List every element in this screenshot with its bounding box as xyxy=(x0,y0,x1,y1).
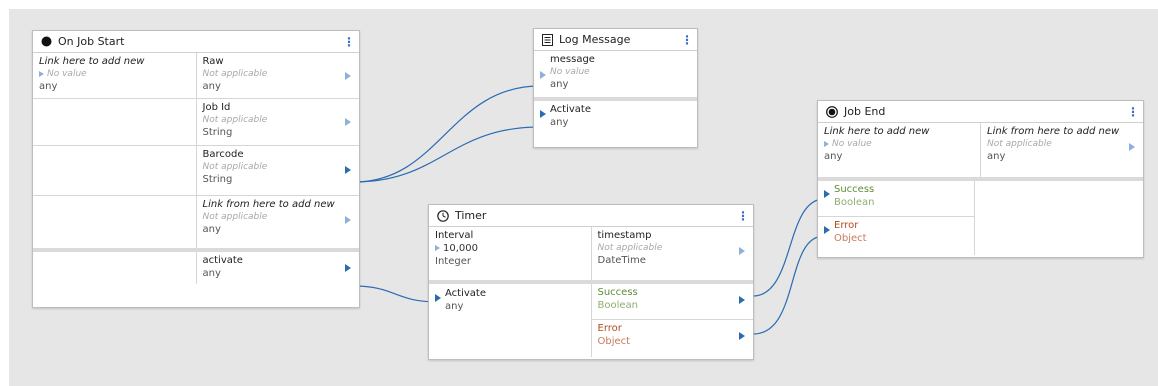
job-id-port[interactable]: Job Id Not applicable String xyxy=(195,99,360,145)
port-value: No value xyxy=(47,69,87,79)
port-type: Boolean xyxy=(597,300,639,311)
job-end-header[interactable]: Job End ⋮ xyxy=(818,101,1143,123)
barcode-port[interactable]: Barcode Not applicable String xyxy=(195,146,360,195)
port-type: String xyxy=(202,174,233,185)
output-arrow-icon[interactable] xyxy=(345,166,351,174)
on-job-start-node[interactable]: On Job Start ⋮ Link here to add new No v… xyxy=(32,30,360,308)
node-title: On Job Start xyxy=(58,35,125,48)
input-arrow-icon[interactable] xyxy=(435,294,441,302)
port-label: Error xyxy=(834,220,859,231)
port-value: No value xyxy=(550,67,590,77)
input-arrow-icon[interactable] xyxy=(540,71,546,79)
timestamp-port[interactable]: timestamp Not applicable DateTime xyxy=(590,227,754,280)
job-end-link-from-port[interactable]: Link from here to add new Not applicable… xyxy=(980,123,1143,177)
port-type: DateTime xyxy=(597,255,646,266)
input-arrow-icon xyxy=(39,70,44,77)
port-label: Raw xyxy=(202,56,224,67)
port-type: any xyxy=(550,79,569,90)
on-job-start-header[interactable]: On Job Start ⋮ xyxy=(33,31,359,53)
message-port[interactable]: message No value any xyxy=(534,51,697,97)
node-menu-icon[interactable]: ⋮ xyxy=(343,35,355,49)
input-arrow-icon xyxy=(824,140,829,147)
port-type: Integer xyxy=(435,256,471,267)
port-value: No value xyxy=(832,139,872,149)
port-type: any xyxy=(550,117,569,128)
node-menu-icon[interactable]: ⋮ xyxy=(737,209,749,223)
port-label: Link here to add new xyxy=(39,56,145,67)
input-arrow-icon xyxy=(435,245,440,251)
log-activate-port[interactable]: Activate any xyxy=(534,101,697,141)
port-type: any xyxy=(824,151,843,162)
port-label: Interval xyxy=(435,230,474,241)
filled-circle-icon xyxy=(41,36,52,47)
port-label: Error xyxy=(597,323,622,334)
document-icon xyxy=(542,33,553,46)
node-menu-icon[interactable]: ⋮ xyxy=(1127,105,1139,119)
job-end-error-port[interactable]: Error Object xyxy=(818,217,974,253)
port-label: message xyxy=(550,54,595,65)
port-label: Link from here to add new xyxy=(202,199,335,210)
port-label: Link from here to add new xyxy=(987,126,1120,137)
node-title: Job End xyxy=(844,105,886,118)
timer-error-port[interactable]: Error Object xyxy=(592,320,754,356)
port-type: String xyxy=(202,127,233,138)
port-type: any xyxy=(987,151,1006,162)
port-label: Success xyxy=(834,184,875,195)
port-label: activate xyxy=(202,255,243,266)
output-arrow-icon[interactable] xyxy=(739,247,745,255)
interval-port[interactable]: Interval 10,000 Integer xyxy=(429,227,591,280)
port-type: any xyxy=(202,268,221,279)
input-arrow-icon[interactable] xyxy=(824,190,830,198)
node-title: Log Message xyxy=(559,33,631,46)
link-here-port[interactable]: Link here to add new No value any xyxy=(33,53,196,98)
output-arrow-icon[interactable] xyxy=(345,216,351,224)
port-label: Link here to add new xyxy=(824,126,930,137)
port-type: any xyxy=(445,301,464,312)
activate-port[interactable]: activate any xyxy=(195,252,360,284)
log-message-header[interactable]: Log Message ⋮ xyxy=(534,29,697,51)
raw-port[interactable]: Raw Not applicable any xyxy=(195,53,360,98)
port-type: any xyxy=(202,81,221,92)
node-title: Timer xyxy=(455,209,487,222)
port-type: any xyxy=(39,81,58,92)
output-arrow-icon[interactable] xyxy=(345,72,351,80)
port-value: Not applicable xyxy=(202,212,268,222)
port-label: Activate xyxy=(550,104,591,115)
log-message-node[interactable]: Log Message ⋮ message No value any Activ… xyxy=(533,28,698,148)
job-end-node[interactable]: Job End ⋮ Link here to add new No value … xyxy=(817,100,1144,258)
input-arrow-icon[interactable] xyxy=(824,226,830,234)
timer-success-port[interactable]: Success Boolean xyxy=(591,284,753,320)
port-type: Object xyxy=(834,233,867,244)
port-label: Success xyxy=(597,287,638,298)
port-type: Boolean xyxy=(834,197,875,208)
port-value: Not applicable xyxy=(202,69,268,79)
target-circle-icon xyxy=(826,105,838,118)
port-label: Barcode xyxy=(202,149,244,160)
output-arrow-icon[interactable] xyxy=(739,332,745,340)
port-value: Not applicable xyxy=(597,243,663,253)
port-value: Not applicable xyxy=(202,162,268,172)
port-label: Job Id xyxy=(202,102,231,113)
node-menu-icon[interactable]: ⋮ xyxy=(681,33,693,47)
timer-header[interactable]: Timer ⋮ xyxy=(429,205,753,227)
output-arrow-icon[interactable] xyxy=(345,264,351,272)
output-arrow-icon[interactable] xyxy=(345,118,351,126)
port-label: timestamp xyxy=(597,230,652,241)
timer-node[interactable]: Timer ⋮ Interval 10,000 Integer timestam… xyxy=(428,204,754,360)
port-value: 10,000 xyxy=(443,243,478,254)
port-value: Not applicable xyxy=(987,139,1052,149)
job-end-link-here-port[interactable]: Link here to add new No value any xyxy=(818,123,980,177)
port-value: Not applicable xyxy=(202,115,268,125)
port-type: any xyxy=(202,224,221,235)
port-label: Activate xyxy=(445,288,486,299)
link-from-port[interactable]: Link from here to add new Not applicable… xyxy=(195,196,360,248)
job-end-success-port[interactable]: Success Boolean xyxy=(818,181,974,217)
clock-icon xyxy=(437,209,449,222)
port-type: Object xyxy=(597,336,631,347)
timer-activate-port[interactable]: Activate any xyxy=(429,284,591,357)
input-arrow-icon[interactable] xyxy=(540,110,546,118)
output-arrow-icon[interactable] xyxy=(1129,143,1135,151)
output-arrow-icon[interactable] xyxy=(739,296,745,304)
